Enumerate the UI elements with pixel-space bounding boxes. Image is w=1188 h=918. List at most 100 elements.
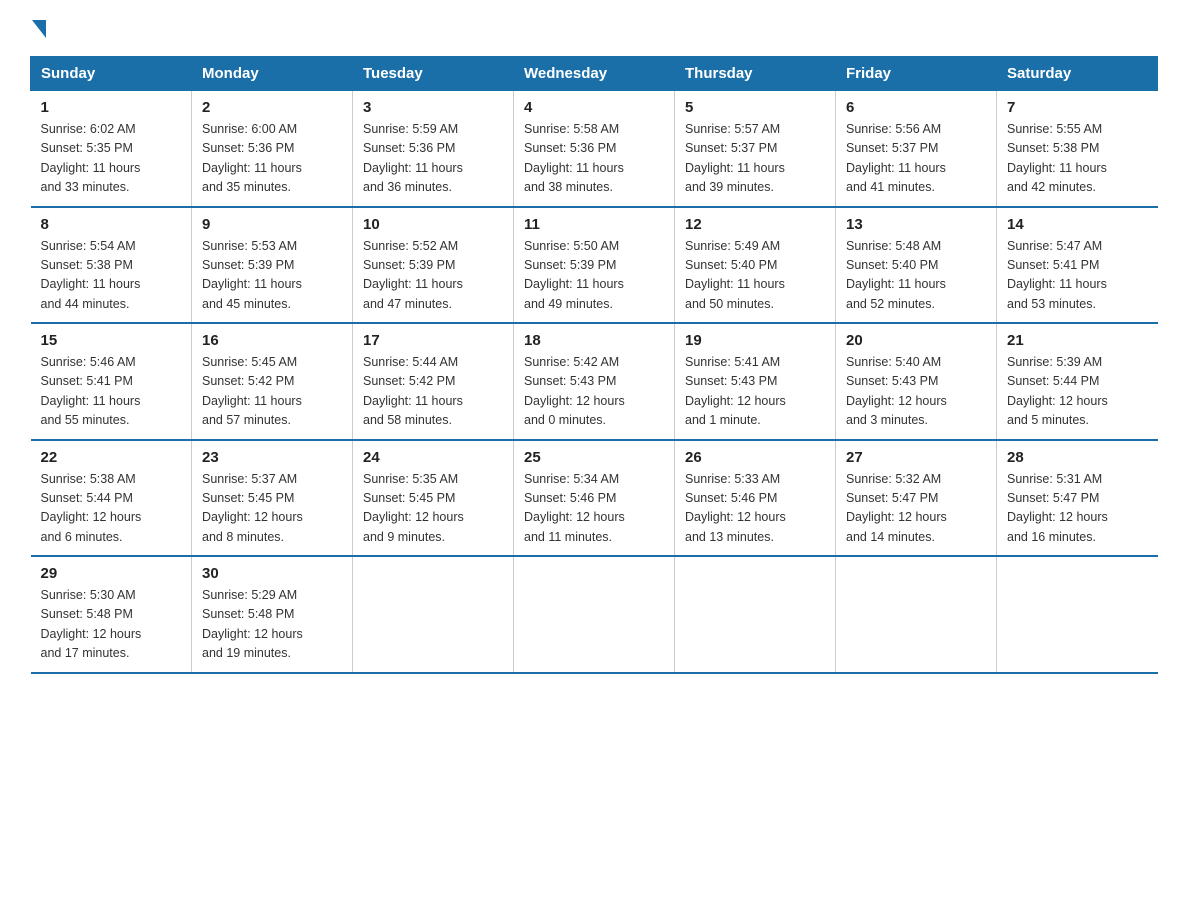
calendar-cell: 10 Sunrise: 5:52 AMSunset: 5:39 PMDaylig… [353, 207, 514, 324]
day-number: 10 [363, 216, 503, 233]
day-info: Sunrise: 5:32 AMSunset: 5:47 PMDaylight:… [846, 470, 986, 548]
calendar-cell: 15 Sunrise: 5:46 AMSunset: 5:41 PMDaylig… [31, 323, 192, 440]
calendar-cell: 13 Sunrise: 5:48 AMSunset: 5:40 PMDaylig… [836, 207, 997, 324]
day-number: 20 [846, 332, 986, 349]
calendar-week-row: 8 Sunrise: 5:54 AMSunset: 5:38 PMDayligh… [31, 207, 1158, 324]
calendar-cell: 12 Sunrise: 5:49 AMSunset: 5:40 PMDaylig… [675, 207, 836, 324]
calendar-cell: 23 Sunrise: 5:37 AMSunset: 5:45 PMDaylig… [192, 440, 353, 557]
day-info: Sunrise: 5:41 AMSunset: 5:43 PMDaylight:… [685, 353, 825, 431]
day-info: Sunrise: 5:50 AMSunset: 5:39 PMDaylight:… [524, 237, 664, 315]
day-number: 8 [41, 216, 182, 233]
calendar-cell: 8 Sunrise: 5:54 AMSunset: 5:38 PMDayligh… [31, 207, 192, 324]
day-number: 28 [1007, 449, 1148, 466]
calendar-week-row: 15 Sunrise: 5:46 AMSunset: 5:41 PMDaylig… [31, 323, 1158, 440]
calendar-header-row: SundayMondayTuesdayWednesdayThursdayFrid… [31, 57, 1158, 91]
day-info: Sunrise: 5:44 AMSunset: 5:42 PMDaylight:… [363, 353, 503, 431]
day-info: Sunrise: 5:39 AMSunset: 5:44 PMDaylight:… [1007, 353, 1148, 431]
day-info: Sunrise: 5:30 AMSunset: 5:48 PMDaylight:… [41, 586, 182, 664]
calendar-cell: 26 Sunrise: 5:33 AMSunset: 5:46 PMDaylig… [675, 440, 836, 557]
day-number: 22 [41, 449, 182, 466]
day-info: Sunrise: 6:00 AMSunset: 5:36 PMDaylight:… [202, 120, 342, 198]
header-monday: Monday [192, 57, 353, 91]
calendar-cell: 27 Sunrise: 5:32 AMSunset: 5:47 PMDaylig… [836, 440, 997, 557]
day-info: Sunrise: 5:34 AMSunset: 5:46 PMDaylight:… [524, 470, 664, 548]
calendar-cell: 28 Sunrise: 5:31 AMSunset: 5:47 PMDaylig… [997, 440, 1158, 557]
day-info: Sunrise: 5:37 AMSunset: 5:45 PMDaylight:… [202, 470, 342, 548]
calendar-cell: 22 Sunrise: 5:38 AMSunset: 5:44 PMDaylig… [31, 440, 192, 557]
day-number: 4 [524, 99, 664, 116]
header-thursday: Thursday [675, 57, 836, 91]
header-sunday: Sunday [31, 57, 192, 91]
day-info: Sunrise: 5:46 AMSunset: 5:41 PMDaylight:… [41, 353, 182, 431]
day-info: Sunrise: 5:31 AMSunset: 5:47 PMDaylight:… [1007, 470, 1148, 548]
logo-arrow-icon [32, 20, 46, 38]
day-number: 17 [363, 332, 503, 349]
day-number: 11 [524, 216, 664, 233]
day-number: 14 [1007, 216, 1148, 233]
day-info: Sunrise: 5:52 AMSunset: 5:39 PMDaylight:… [363, 237, 503, 315]
calendar-cell: 7 Sunrise: 5:55 AMSunset: 5:38 PMDayligh… [997, 91, 1158, 207]
calendar-cell [836, 556, 997, 673]
calendar-cell: 16 Sunrise: 5:45 AMSunset: 5:42 PMDaylig… [192, 323, 353, 440]
day-info: Sunrise: 5:35 AMSunset: 5:45 PMDaylight:… [363, 470, 503, 548]
calendar-cell: 2 Sunrise: 6:00 AMSunset: 5:36 PMDayligh… [192, 91, 353, 207]
day-info: Sunrise: 5:40 AMSunset: 5:43 PMDaylight:… [846, 353, 986, 431]
header-tuesday: Tuesday [353, 57, 514, 91]
day-number: 26 [685, 449, 825, 466]
day-info: Sunrise: 5:49 AMSunset: 5:40 PMDaylight:… [685, 237, 825, 315]
day-number: 12 [685, 216, 825, 233]
calendar-cell: 30 Sunrise: 5:29 AMSunset: 5:48 PMDaylig… [192, 556, 353, 673]
day-info: Sunrise: 5:58 AMSunset: 5:36 PMDaylight:… [524, 120, 664, 198]
calendar-cell: 1 Sunrise: 6:02 AMSunset: 5:35 PMDayligh… [31, 91, 192, 207]
day-info: Sunrise: 5:56 AMSunset: 5:37 PMDaylight:… [846, 120, 986, 198]
header-saturday: Saturday [997, 57, 1158, 91]
day-number: 1 [41, 99, 182, 116]
calendar-week-row: 29 Sunrise: 5:30 AMSunset: 5:48 PMDaylig… [31, 556, 1158, 673]
calendar-cell: 6 Sunrise: 5:56 AMSunset: 5:37 PMDayligh… [836, 91, 997, 207]
calendar-cell: 3 Sunrise: 5:59 AMSunset: 5:36 PMDayligh… [353, 91, 514, 207]
header-friday: Friday [836, 57, 997, 91]
calendar-cell: 14 Sunrise: 5:47 AMSunset: 5:41 PMDaylig… [997, 207, 1158, 324]
day-number: 5 [685, 99, 825, 116]
day-info: Sunrise: 5:33 AMSunset: 5:46 PMDaylight:… [685, 470, 825, 548]
calendar-cell: 17 Sunrise: 5:44 AMSunset: 5:42 PMDaylig… [353, 323, 514, 440]
day-number: 13 [846, 216, 986, 233]
day-info: Sunrise: 5:53 AMSunset: 5:39 PMDaylight:… [202, 237, 342, 315]
calendar-cell [675, 556, 836, 673]
day-info: Sunrise: 5:29 AMSunset: 5:48 PMDaylight:… [202, 586, 342, 664]
calendar-cell: 4 Sunrise: 5:58 AMSunset: 5:36 PMDayligh… [514, 91, 675, 207]
day-number: 27 [846, 449, 986, 466]
calendar-cell [997, 556, 1158, 673]
day-number: 21 [1007, 332, 1148, 349]
day-info: Sunrise: 5:48 AMSunset: 5:40 PMDaylight:… [846, 237, 986, 315]
day-number: 24 [363, 449, 503, 466]
calendar-cell: 18 Sunrise: 5:42 AMSunset: 5:43 PMDaylig… [514, 323, 675, 440]
calendar-cell [353, 556, 514, 673]
day-number: 6 [846, 99, 986, 116]
calendar-cell: 29 Sunrise: 5:30 AMSunset: 5:48 PMDaylig… [31, 556, 192, 673]
calendar-cell: 19 Sunrise: 5:41 AMSunset: 5:43 PMDaylig… [675, 323, 836, 440]
calendar-cell: 20 Sunrise: 5:40 AMSunset: 5:43 PMDaylig… [836, 323, 997, 440]
calendar-week-row: 1 Sunrise: 6:02 AMSunset: 5:35 PMDayligh… [31, 91, 1158, 207]
page-header [30, 20, 1158, 36]
day-info: Sunrise: 6:02 AMSunset: 5:35 PMDaylight:… [41, 120, 182, 198]
day-number: 2 [202, 99, 342, 116]
day-number: 7 [1007, 99, 1148, 116]
day-number: 9 [202, 216, 342, 233]
day-number: 15 [41, 332, 182, 349]
calendar-table: SundayMondayTuesdayWednesdayThursdayFrid… [30, 56, 1158, 674]
day-info: Sunrise: 5:55 AMSunset: 5:38 PMDaylight:… [1007, 120, 1148, 198]
calendar-cell: 21 Sunrise: 5:39 AMSunset: 5:44 PMDaylig… [997, 323, 1158, 440]
calendar-cell: 9 Sunrise: 5:53 AMSunset: 5:39 PMDayligh… [192, 207, 353, 324]
day-number: 16 [202, 332, 342, 349]
day-number: 23 [202, 449, 342, 466]
day-info: Sunrise: 5:38 AMSunset: 5:44 PMDaylight:… [41, 470, 182, 548]
day-number: 18 [524, 332, 664, 349]
logo [30, 20, 48, 36]
day-number: 25 [524, 449, 664, 466]
day-number: 29 [41, 565, 182, 582]
calendar-cell [514, 556, 675, 673]
day-info: Sunrise: 5:47 AMSunset: 5:41 PMDaylight:… [1007, 237, 1148, 315]
calendar-cell: 5 Sunrise: 5:57 AMSunset: 5:37 PMDayligh… [675, 91, 836, 207]
header-wednesday: Wednesday [514, 57, 675, 91]
